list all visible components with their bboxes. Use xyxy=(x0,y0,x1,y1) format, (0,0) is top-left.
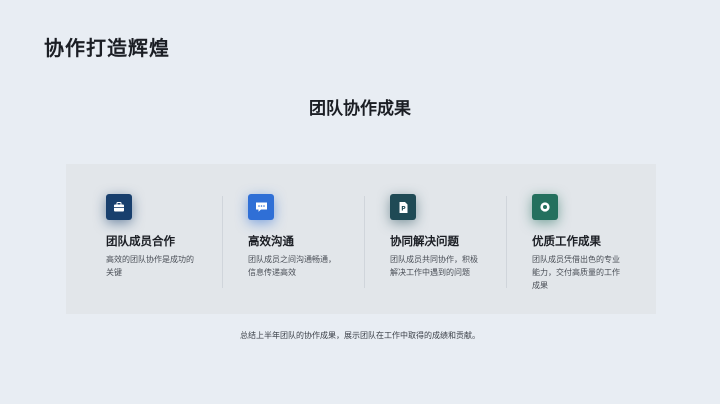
card-communication: 高效沟通 团队成员之间沟通畅通，信息传递高效 xyxy=(208,164,348,314)
results-panel: 团队成员合作 高效的团队协作是成功的关键 高效沟通 团队成员之间沟通畅通，信息传… xyxy=(66,164,656,314)
chat-icon xyxy=(248,194,274,220)
card-description: 高效的团队协作是成功的关键 xyxy=(106,255,194,277)
card-problem-solving: P 协同解决问题 团队成员共同协作，积极解决工作中遇到的问题 xyxy=(350,164,490,314)
slide-title: 协作打造辉煌 xyxy=(44,36,170,60)
target-icon xyxy=(532,194,558,220)
card-title: 协同解决问题 xyxy=(390,234,459,248)
summary-text: 总结上半年团队的协作成果，展示团队在工作中取得的成绩和贡献。 xyxy=(240,331,480,340)
card-description: 团队成员之间沟通畅通，信息传递高效 xyxy=(248,255,336,277)
document-icon: P xyxy=(390,194,416,220)
card-title: 高效沟通 xyxy=(248,234,294,248)
card-title: 优质工作成果 xyxy=(532,234,601,248)
card-description: 团队成员凭借出色的专业能力，交付高质量的工作成果 xyxy=(532,255,620,290)
svg-text:P: P xyxy=(401,205,406,212)
card-title: 团队成员合作 xyxy=(106,234,175,248)
section-title: 团队协作成果 xyxy=(309,99,411,119)
card-quality-results: 优质工作成果 团队成员凭借出色的专业能力，交付高质量的工作成果 xyxy=(492,164,632,314)
card-description: 团队成员共同协作，积极解决工作中遇到的问题 xyxy=(390,255,478,277)
card-teamwork: 团队成员合作 高效的团队协作是成功的关键 xyxy=(66,164,206,314)
briefcase-icon xyxy=(106,194,132,220)
